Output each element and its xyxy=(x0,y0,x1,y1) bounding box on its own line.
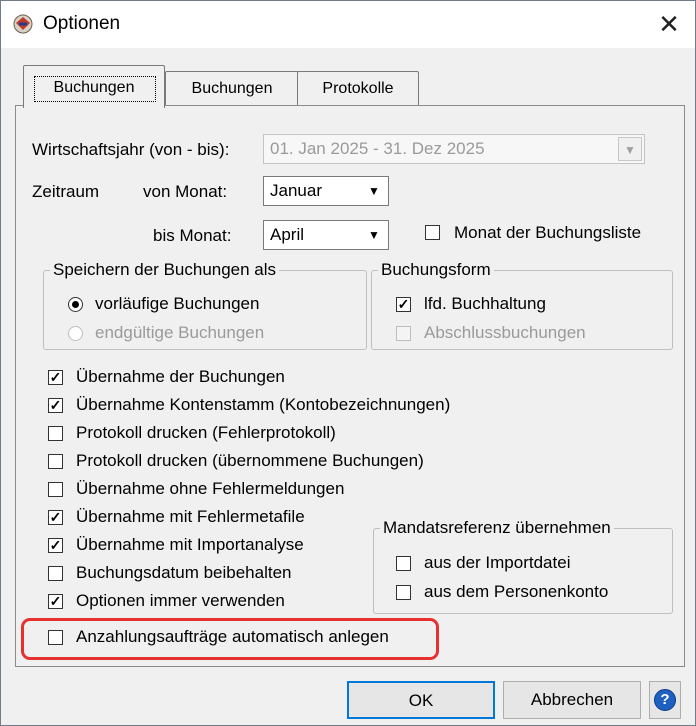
option-label-6: Übernahme mit Importanalyse xyxy=(76,535,304,554)
close-button[interactable]: ✕ xyxy=(649,7,689,41)
option-label-2: Protokoll drucken (Fehlerprotokoll) xyxy=(76,423,336,442)
chevron-down-icon: ▼ xyxy=(368,228,380,242)
title-bar: Optionen ✕ xyxy=(1,1,695,48)
tab-buchungen-2[interactable]: Buchungen xyxy=(165,71,299,106)
to-month-select[interactable]: April ▼ xyxy=(263,220,389,250)
radio-final[interactable] xyxy=(68,326,83,341)
to-month-label: bis Monat: xyxy=(153,226,232,245)
to-month-value: April xyxy=(270,225,305,244)
option-label-7: Buchungsdatum beibehalten xyxy=(76,563,292,582)
ok-label: OK xyxy=(408,691,434,710)
option-checkbox-7[interactable] xyxy=(48,566,63,581)
fiscal-year-value: 01. Jan 2025 - 31. Dez 2025 xyxy=(270,139,485,158)
tab-buchungen-1[interactable]: Buchungen xyxy=(23,65,165,108)
radio-final-label: endgültige Buchungen xyxy=(95,323,265,342)
option-checkbox-5[interactable]: ✓ xyxy=(48,510,63,525)
option-checkbox-6[interactable]: ✓ xyxy=(48,538,63,553)
close-icon: ✕ xyxy=(658,9,680,39)
mandate-from-import-checkbox[interactable] xyxy=(396,556,411,571)
cancel-button[interactable]: Abbrechen xyxy=(503,681,641,719)
from-month-value: Januar xyxy=(270,181,322,200)
radio-provisional-label: vorläufige Buchungen xyxy=(95,294,260,313)
tab-label: Protokolle xyxy=(322,80,394,97)
app-icon xyxy=(13,14,33,34)
option-checkbox-0[interactable]: ✓ xyxy=(48,370,63,385)
tab-label: Buchungen xyxy=(53,79,135,96)
mandate-from-person-account-label: aus dem Personenkonto xyxy=(424,582,609,601)
option-label-1: Übernahme Kontenstamm (Kontobezeichnunge… xyxy=(76,395,451,414)
option-label-0: Übernahme der Buchungen xyxy=(76,367,285,386)
ok-button[interactable]: OK xyxy=(347,681,495,719)
highlight-outline xyxy=(21,618,439,660)
option-checkbox-2[interactable] xyxy=(48,426,63,441)
window-title: Optionen xyxy=(43,13,121,34)
tab-panel: Wirtschaftsjahr (von - bis): 01. Jan 202… xyxy=(15,105,685,667)
option-checkbox-4[interactable] xyxy=(48,482,63,497)
options-dialog: Optionen ✕ Buchungen Buchungen Protokoll… xyxy=(0,0,696,726)
option-checkbox-1[interactable]: ✓ xyxy=(48,398,63,413)
fiscal-year-select[interactable]: 01. Jan 2025 - 31. Dez 2025 ▼ xyxy=(263,134,645,164)
cancel-label: Abbrechen xyxy=(530,690,614,709)
option-label-8: Optionen immer verwenden xyxy=(76,591,285,610)
fiscal-year-label: Wirtschaftsjahr (von - bis): xyxy=(32,140,230,159)
from-month-label: von Monat: xyxy=(143,182,228,201)
save-as-legend: Speichern der Buchungen als xyxy=(50,260,280,280)
current-bookkeeping-checkbox[interactable]: ✓ xyxy=(396,297,411,312)
closing-entries-label: Abschlussbuchungen xyxy=(424,323,586,342)
tab-protokolle[interactable]: Protokolle xyxy=(297,71,419,106)
period-label: Zeitraum xyxy=(32,182,100,201)
from-month-select[interactable]: Januar ▼ xyxy=(263,176,389,206)
mandate-from-import-label: aus der Importdatei xyxy=(424,553,571,572)
chevron-down-icon: ▼ xyxy=(368,184,380,198)
closing-entries-checkbox[interactable] xyxy=(396,326,411,341)
booking-list-month-checkbox[interactable] xyxy=(425,225,440,240)
mandate-from-person-account-checkbox[interactable] xyxy=(396,585,411,600)
option-label-4: Übernahme ohne Fehlermeldungen xyxy=(76,479,345,498)
help-button[interactable]: ? xyxy=(649,681,681,719)
current-bookkeeping-label: lfd. Buchhaltung xyxy=(424,294,546,313)
option-checkbox-3[interactable] xyxy=(48,454,63,469)
radio-provisional[interactable] xyxy=(68,297,83,312)
mandate-reference-legend: Mandatsreferenz übernehmen xyxy=(380,518,614,538)
booking-form-legend: Buchungsform xyxy=(378,260,494,280)
option-label-5: Übernahme mit Fehlermetafile xyxy=(76,507,305,526)
help-icon: ? xyxy=(654,689,676,711)
option-label-3: Protokoll drucken (übernommene Buchungen… xyxy=(76,451,424,470)
option-checkbox-8[interactable]: ✓ xyxy=(48,594,63,609)
booking-list-month-label: Monat der Buchungsliste xyxy=(454,223,642,242)
chevron-down-icon: ▼ xyxy=(618,137,642,161)
tab-label: Buchungen xyxy=(191,80,273,97)
